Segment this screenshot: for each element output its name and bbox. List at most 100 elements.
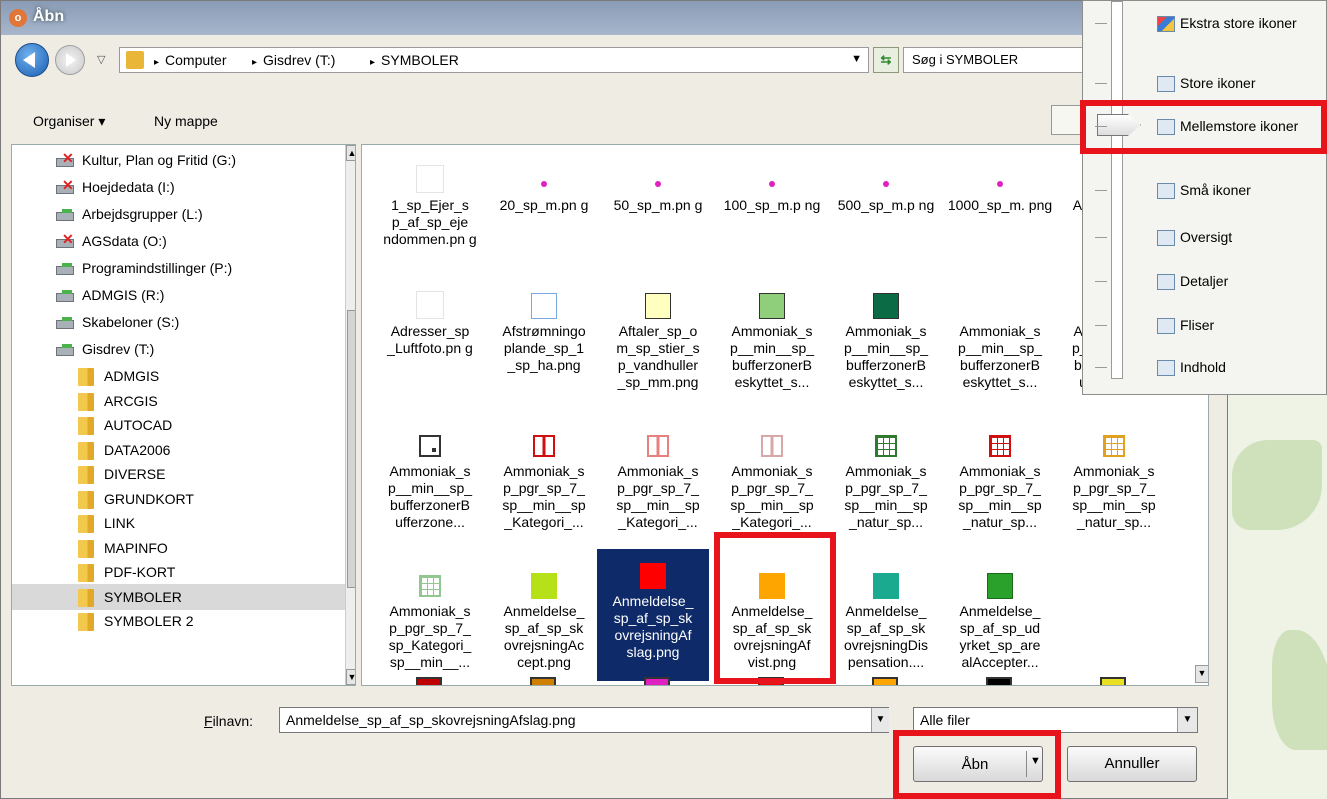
command-toolbar: Organiser ▾ Ny mappe — [1, 101, 1229, 141]
file-name-label: Ammoniak_s p__min__sp_ bufferzonerB uffe… — [387, 463, 473, 530]
file-tile[interactable]: Ammoniak_s p_pgr_sp_7_ sp__min__sp _natu… — [944, 425, 1056, 571]
slider-tick — [1095, 83, 1107, 84]
view-large-icons-icon — [1157, 76, 1175, 93]
view-menu-label: Små ikoner — [1180, 182, 1251, 198]
nav-scrollbar[interactable]: ▲ ▼ — [345, 145, 355, 685]
file-thumbnail-icon — [716, 159, 828, 197]
nav-folder-item[interactable]: DATA2006 — [12, 437, 345, 463]
nav-folder-item[interactable]: MAPINFO — [12, 535, 345, 561]
file-thumbnail-icon[interactable] — [644, 677, 670, 685]
nav-drive-item[interactable]: ADMGIS (R:) — [12, 282, 345, 308]
file-tile[interactable]: Ammoniak_s p_pgr_sp_7_ sp_Kategori_ sp__… — [374, 565, 486, 685]
small-icons-item[interactable]: Små ikoner — [1157, 182, 1251, 200]
view-size-slider-track[interactable] — [1111, 1, 1123, 379]
file-tile[interactable]: Anmeldelse_ sp_af_sp_ud yrket_sp_are alA… — [944, 565, 1056, 685]
forward-button[interactable] — [55, 45, 85, 75]
nav-drive-item[interactable]: Arbejdsgrupper (L:) — [12, 201, 345, 227]
file-thumbnail-icon[interactable] — [1100, 677, 1126, 685]
file-tile[interactable]: Anmeldelse_ sp_af_sp_sk ovrejsningAf sla… — [597, 549, 709, 681]
file-thumbnail-icon[interactable] — [986, 677, 1012, 685]
organize-button[interactable]: Organiser ▾ — [33, 113, 105, 130]
filename-input[interactable]: Anmeldelse_sp_af_sp_skovrejsningAfslag.p… — [279, 707, 889, 733]
breadcrumb-symboler[interactable]: ▸ SYMBOLER — [370, 52, 459, 68]
file-tile[interactable]: 20_sp_m.pn g — [488, 159, 600, 305]
nav-drive-label: ADMGIS (R:) — [82, 287, 165, 303]
folder-icon — [126, 51, 144, 69]
nav-drive-item[interactable]: Programindstillinger (P:) — [12, 255, 345, 281]
nav-folder-item[interactable]: SYMBOLER — [12, 583, 345, 610]
network-drive-icon — [56, 316, 76, 330]
file-thumbnail-icon[interactable] — [872, 677, 898, 685]
file-tile[interactable]: Ammoniak_s p__min__sp_ bufferzonerB esky… — [944, 285, 1056, 431]
file-tile[interactable]: 500_sp_m.p ng — [830, 159, 942, 305]
nav-drive-item[interactable]: ✕ Hoejdedata (I:) — [12, 174, 345, 200]
breadcrumb-computer[interactable]: ▸ Computer — [154, 52, 227, 68]
file-tile[interactable]: Ammoniak_s p_pgr_sp_7_ sp__min__sp _natu… — [830, 425, 942, 571]
file-tile[interactable]: Ammoniak_s p__min__sp_ bufferzonerB esky… — [716, 285, 828, 431]
app-icon: o — [9, 9, 27, 27]
file-thumbnail-icon[interactable] — [416, 677, 442, 685]
nav-folder-item[interactable]: DIVERSE — [12, 461, 345, 487]
nav-folder-label: LINK — [104, 515, 136, 531]
file-tile[interactable]: Adresser_sp _Luftfoto.pn g — [374, 285, 486, 431]
details-view-item[interactable]: Detaljer — [1157, 273, 1228, 291]
list-view-item[interactable]: Oversigt — [1157, 229, 1232, 247]
file-name-label: 100_sp_m.p ng — [723, 197, 821, 213]
file-tile[interactable]: Aftaler_sp_o m_sp_stier_s p_vandhuller _… — [602, 285, 714, 431]
nav-drive-item[interactable]: Skabeloner (S:) — [12, 309, 345, 335]
file-tile[interactable]: Anmeldelse_ sp_af_sp_sk ovrejsningAc cep… — [488, 565, 600, 685]
file-tile[interactable]: Ammoniak_s p_pgr_sp_7_ sp__min__sp _Kate… — [488, 425, 600, 571]
new-folder-button[interactable]: Ny mappe — [154, 113, 218, 129]
nav-folder-item[interactable]: AUTOCAD — [12, 412, 345, 438]
nav-folder-item[interactable]: GRUNDKORT — [12, 486, 345, 512]
back-button[interactable] — [15, 43, 49, 77]
file-tile[interactable]: 50_sp_m.pn g — [602, 159, 714, 305]
view-options-button[interactable] — [1051, 105, 1081, 135]
file-thumbnail-icon — [488, 565, 600, 603]
breadcrumb-gisdrev[interactable]: ▸ Gisdrev (T:) — [252, 52, 335, 68]
nav-drive-item[interactable]: ✕ Kultur, Plan og Fritid (G:) — [12, 147, 345, 173]
extra-large-icons-item[interactable]: Ekstra store ikoner — [1157, 15, 1297, 33]
file-thumbnail-icon[interactable] — [530, 677, 556, 685]
recent-locations-dropdown[interactable]: ▽ — [97, 53, 105, 66]
filetype-dropdown-icon[interactable]: ▼ — [1177, 708, 1197, 732]
scroll-up-icon[interactable]: ▲ — [346, 145, 355, 161]
nav-folder-item[interactable]: SYMBOLER 2 — [12, 608, 345, 634]
file-list-scroll-down-icon[interactable]: ▼ — [1195, 665, 1208, 683]
content-view-item[interactable]: Indhold — [1157, 359, 1226, 377]
nav-folder-item[interactable]: ADMGIS — [12, 363, 345, 389]
address-bar[interactable]: ▸ Computer ▸ Gisdrev (T:) ▸ SYMBOLER ▼ — [119, 47, 869, 73]
folder-icon — [78, 588, 94, 607]
nav-drive-item[interactable]: Gisdrev (T:) — [12, 336, 345, 362]
file-thumbnail-icon — [944, 159, 1056, 197]
nav-drive-item[interactable]: ✕ AGSdata (O:) — [12, 228, 345, 254]
file-tile[interactable]: 1_sp_Ejer_s p_af_sp_eje ndommen.pn g — [374, 159, 486, 305]
large-icons-item[interactable]: Store ikoner — [1157, 75, 1255, 93]
file-tile[interactable]: Anmeldelse_ sp_af_sp_sk ovrejsningDis pe… — [830, 565, 942, 685]
scroll-down-icon[interactable]: ▼ — [346, 669, 355, 685]
nav-folder-item[interactable]: ARCGIS — [12, 388, 345, 414]
filename-dropdown-icon[interactable]: ▼ — [871, 708, 889, 732]
file-tile[interactable]: 1000_sp_m. png — [944, 159, 1056, 305]
file-tile[interactable]: 100_sp_m.p ng — [716, 159, 828, 305]
folder-icon — [78, 368, 94, 387]
file-tile[interactable]: Ammoniak_s p_pgr_sp_7_ sp__min__sp _natu… — [1058, 425, 1170, 571]
file-thumbnail-icon — [374, 425, 486, 463]
address-dropdown-icon[interactable]: ▼ — [851, 53, 862, 65]
nav-folder-item[interactable]: PDF-KORT — [12, 559, 345, 585]
cancel-button[interactable]: Annuller — [1067, 746, 1197, 782]
search-input[interactable]: Søg i SYMBOLER — [903, 47, 1083, 73]
highlight-view-menu-item — [1080, 100, 1327, 154]
slider-tick — [1095, 237, 1107, 238]
title-bar: o Åbn — [1, 1, 1229, 35]
nav-folder-label: GRUNDKORT — [104, 490, 194, 507]
file-tile[interactable]: Ammoniak_s p__min__sp_ bufferzonerB esky… — [830, 285, 942, 431]
network-drive-icon — [56, 262, 76, 276]
file-thumbnail-icon — [830, 285, 942, 323]
file-tile[interactable]: Ammoniak_s p__min__sp_ bufferzonerB uffe… — [374, 425, 486, 571]
tiles-view-item[interactable]: Fliser — [1157, 317, 1214, 335]
scroll-thumb[interactable] — [347, 310, 355, 588]
nav-folder-item[interactable]: LINK — [12, 510, 345, 536]
file-tile[interactable]: Afstrømningo plande_sp_1 _sp_ha.png — [488, 285, 600, 431]
refresh-button[interactable]: ⇆ — [873, 47, 899, 73]
